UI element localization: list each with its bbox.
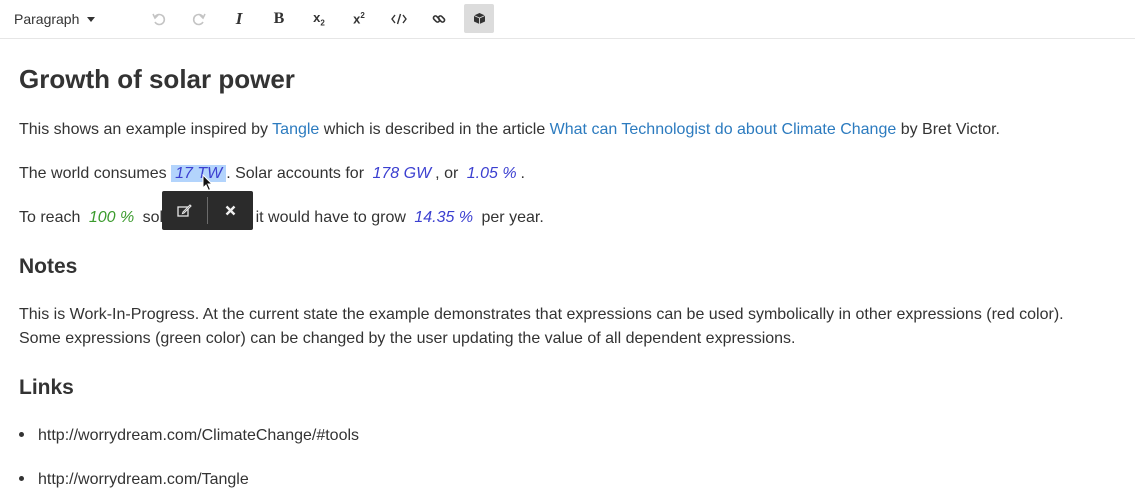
expression-solar-share[interactable]: 1.05 %: [463, 165, 521, 182]
bullet-icon: [19, 432, 24, 437]
paragraph-style-dropdown[interactable]: Paragraph: [14, 10, 96, 28]
embed-button[interactable]: [464, 4, 494, 33]
link-button[interactable]: [424, 4, 454, 33]
document-title: Growth of solar power: [19, 64, 295, 94]
paragraph-style-label: Paragraph: [14, 11, 80, 27]
remove-expression-button[interactable]: [208, 191, 253, 230]
bullet-icon: [19, 476, 24, 481]
redo-icon: [192, 13, 206, 25]
superscript-button[interactable]: x2: [344, 4, 374, 33]
expression-world-consumption[interactable]: 17 TW: [171, 165, 227, 182]
undo-button[interactable]: [144, 4, 174, 33]
subscript-icon: x2: [313, 9, 325, 28]
list-item: http://worrydream.com/ClimateChange/#too…: [19, 424, 359, 448]
link-icon: [432, 14, 446, 23]
code-button[interactable]: [384, 4, 414, 33]
expression-growth-rate[interactable]: 14.35 %: [410, 209, 477, 226]
notes-line-1: This is Work-In-Progress. At the current…: [19, 306, 1064, 323]
editor-toolbar: Paragraph I B x2 x2: [0, 0, 1135, 39]
article-link[interactable]: What can Technologist do about Climate C…: [550, 121, 897, 138]
expression-solar-amount[interactable]: 178 GW: [368, 165, 435, 182]
notes-line-2: Some expressions (green color) can be ch…: [19, 330, 796, 347]
redo-button[interactable]: [184, 4, 214, 33]
list-item: http://worrydream.com/Tangle: [19, 468, 249, 492]
cube-icon: [473, 13, 485, 24]
expression-popover: [162, 191, 253, 230]
bold-icon: B: [273, 9, 285, 27]
reach-paragraph: To reach 100 % solar by 2050, it would h…: [19, 209, 544, 226]
italic-button[interactable]: I: [224, 4, 254, 33]
intro-paragraph: This shows an example inspired by Tangle…: [19, 121, 1000, 138]
tangle-link[interactable]: Tangle: [272, 121, 319, 138]
mouse-pointer-icon: [202, 174, 214, 192]
edit-expression-button[interactable]: [162, 191, 207, 230]
italic-icon: I: [235, 8, 243, 28]
expression-target-percent[interactable]: 100 %: [85, 209, 138, 226]
close-icon: [225, 205, 236, 216]
bold-button[interactable]: B: [264, 4, 294, 33]
edit-icon: [177, 204, 192, 217]
code-icon: [391, 13, 407, 24]
notes-heading: Notes: [19, 255, 78, 278]
subscript-button[interactable]: x2: [304, 4, 334, 33]
links-heading: Links: [19, 376, 74, 399]
undo-icon: [152, 13, 166, 25]
superscript-icon: x2: [353, 10, 365, 27]
chevron-down-icon: [87, 17, 96, 22]
consumption-paragraph: The world consumes 17 TW. Solar accounts…: [19, 165, 525, 182]
